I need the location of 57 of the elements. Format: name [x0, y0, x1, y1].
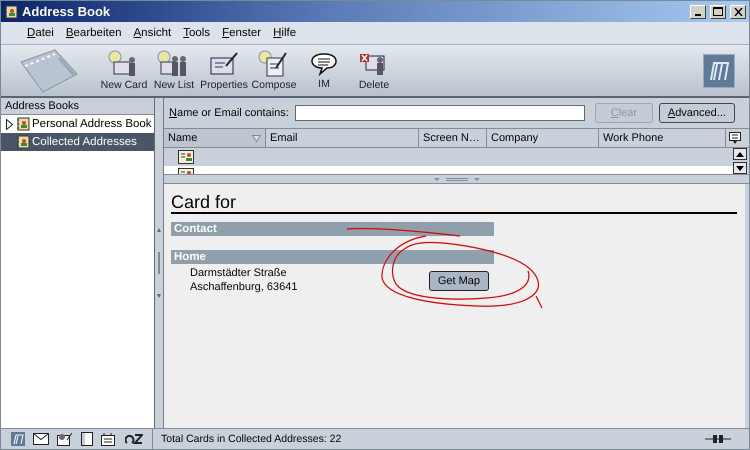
column-header[interactable]: Work Phone — [599, 129, 726, 147]
toolbar-button[interactable]: Delete — [349, 50, 399, 91]
menu-item[interactable]: Datei — [21, 27, 60, 39]
up-arrow-icon — [736, 152, 744, 156]
column-header[interactable]: Email — [266, 129, 419, 147]
connection-plug-icon[interactable] — [705, 434, 731, 444]
window-title: Address Book — [22, 4, 112, 19]
address-book-icon — [16, 135, 30, 149]
search-field[interactable] — [294, 105, 585, 121]
calendar-icon[interactable] — [101, 432, 117, 446]
scroll-up-button[interactable] — [733, 148, 747, 160]
address-line: Aschaffenburg, 63641 — [190, 280, 298, 294]
mail-icon[interactable] — [33, 433, 49, 445]
column-header[interactable]: Company — [487, 129, 599, 147]
minimize-button[interactable] — [690, 4, 706, 18]
search-label: Name or Email contains: — [169, 107, 289, 119]
get-map-button[interactable]: Get Map — [428, 271, 489, 291]
splitter-grip-icon[interactable] — [434, 176, 480, 182]
logo-icon — [703, 54, 735, 88]
menu-item[interactable]: Ansicht — [128, 27, 178, 39]
advanced-button[interactable]: Advanced... — [658, 103, 735, 123]
maximize-icon — [713, 7, 723, 16]
close-button[interactable] — [730, 4, 746, 18]
minimize-icon — [695, 14, 701, 16]
toolbar-button[interactable]: New Card — [99, 50, 149, 91]
notebook-icon[interactable] — [81, 432, 93, 446]
column-picker-icon[interactable] — [729, 132, 741, 144]
menu-item[interactable]: Bearbeiten — [60, 27, 128, 39]
expand-icon[interactable] — [5, 118, 14, 130]
speech-bubble-icon — [309, 51, 339, 77]
menu-item[interactable]: Fenster — [216, 27, 268, 39]
sidebar-item[interactable]: Personal Address Book — [1, 115, 154, 133]
section-header: Contact — [171, 222, 494, 236]
menu-item[interactable]: Hilfe — [267, 27, 302, 39]
toolbar-button[interactable]: Properties — [199, 50, 249, 91]
down-arrow-icon — [736, 166, 744, 170]
splitter-grip-icon[interactable] — [157, 228, 161, 298]
section-header: Home — [171, 250, 494, 264]
toolbar-button[interactable]: Compose — [249, 50, 299, 91]
address-line: Darmstädter Straße — [190, 266, 288, 280]
column-header[interactable]: Name — [164, 129, 266, 147]
pane-header: Address Books — [1, 98, 154, 115]
address-book-icon — [16, 117, 30, 131]
menu-item[interactable]: Tools — [177, 27, 216, 39]
column-header[interactable]: Screen N… — [419, 129, 487, 147]
status-text: Total Cards in Collected Addresses: 22 — [160, 433, 342, 445]
app-icon — [4, 4, 18, 18]
card-title: Card for — [171, 192, 737, 214]
contact-card-icon[interactable] — [57, 432, 73, 446]
contact-card-icon — [178, 150, 194, 164]
toolbar-button[interactable]: IM — [299, 51, 349, 90]
maximize-button[interactable] — [710, 4, 726, 18]
sort-arrow-icon — [252, 134, 261, 142]
toolbar-button[interactable]: New List — [149, 50, 199, 91]
close-icon — [734, 8, 742, 16]
sidebar-item[interactable]: Collected Addresses — [1, 133, 154, 151]
scroll-down-button[interactable] — [733, 162, 747, 174]
